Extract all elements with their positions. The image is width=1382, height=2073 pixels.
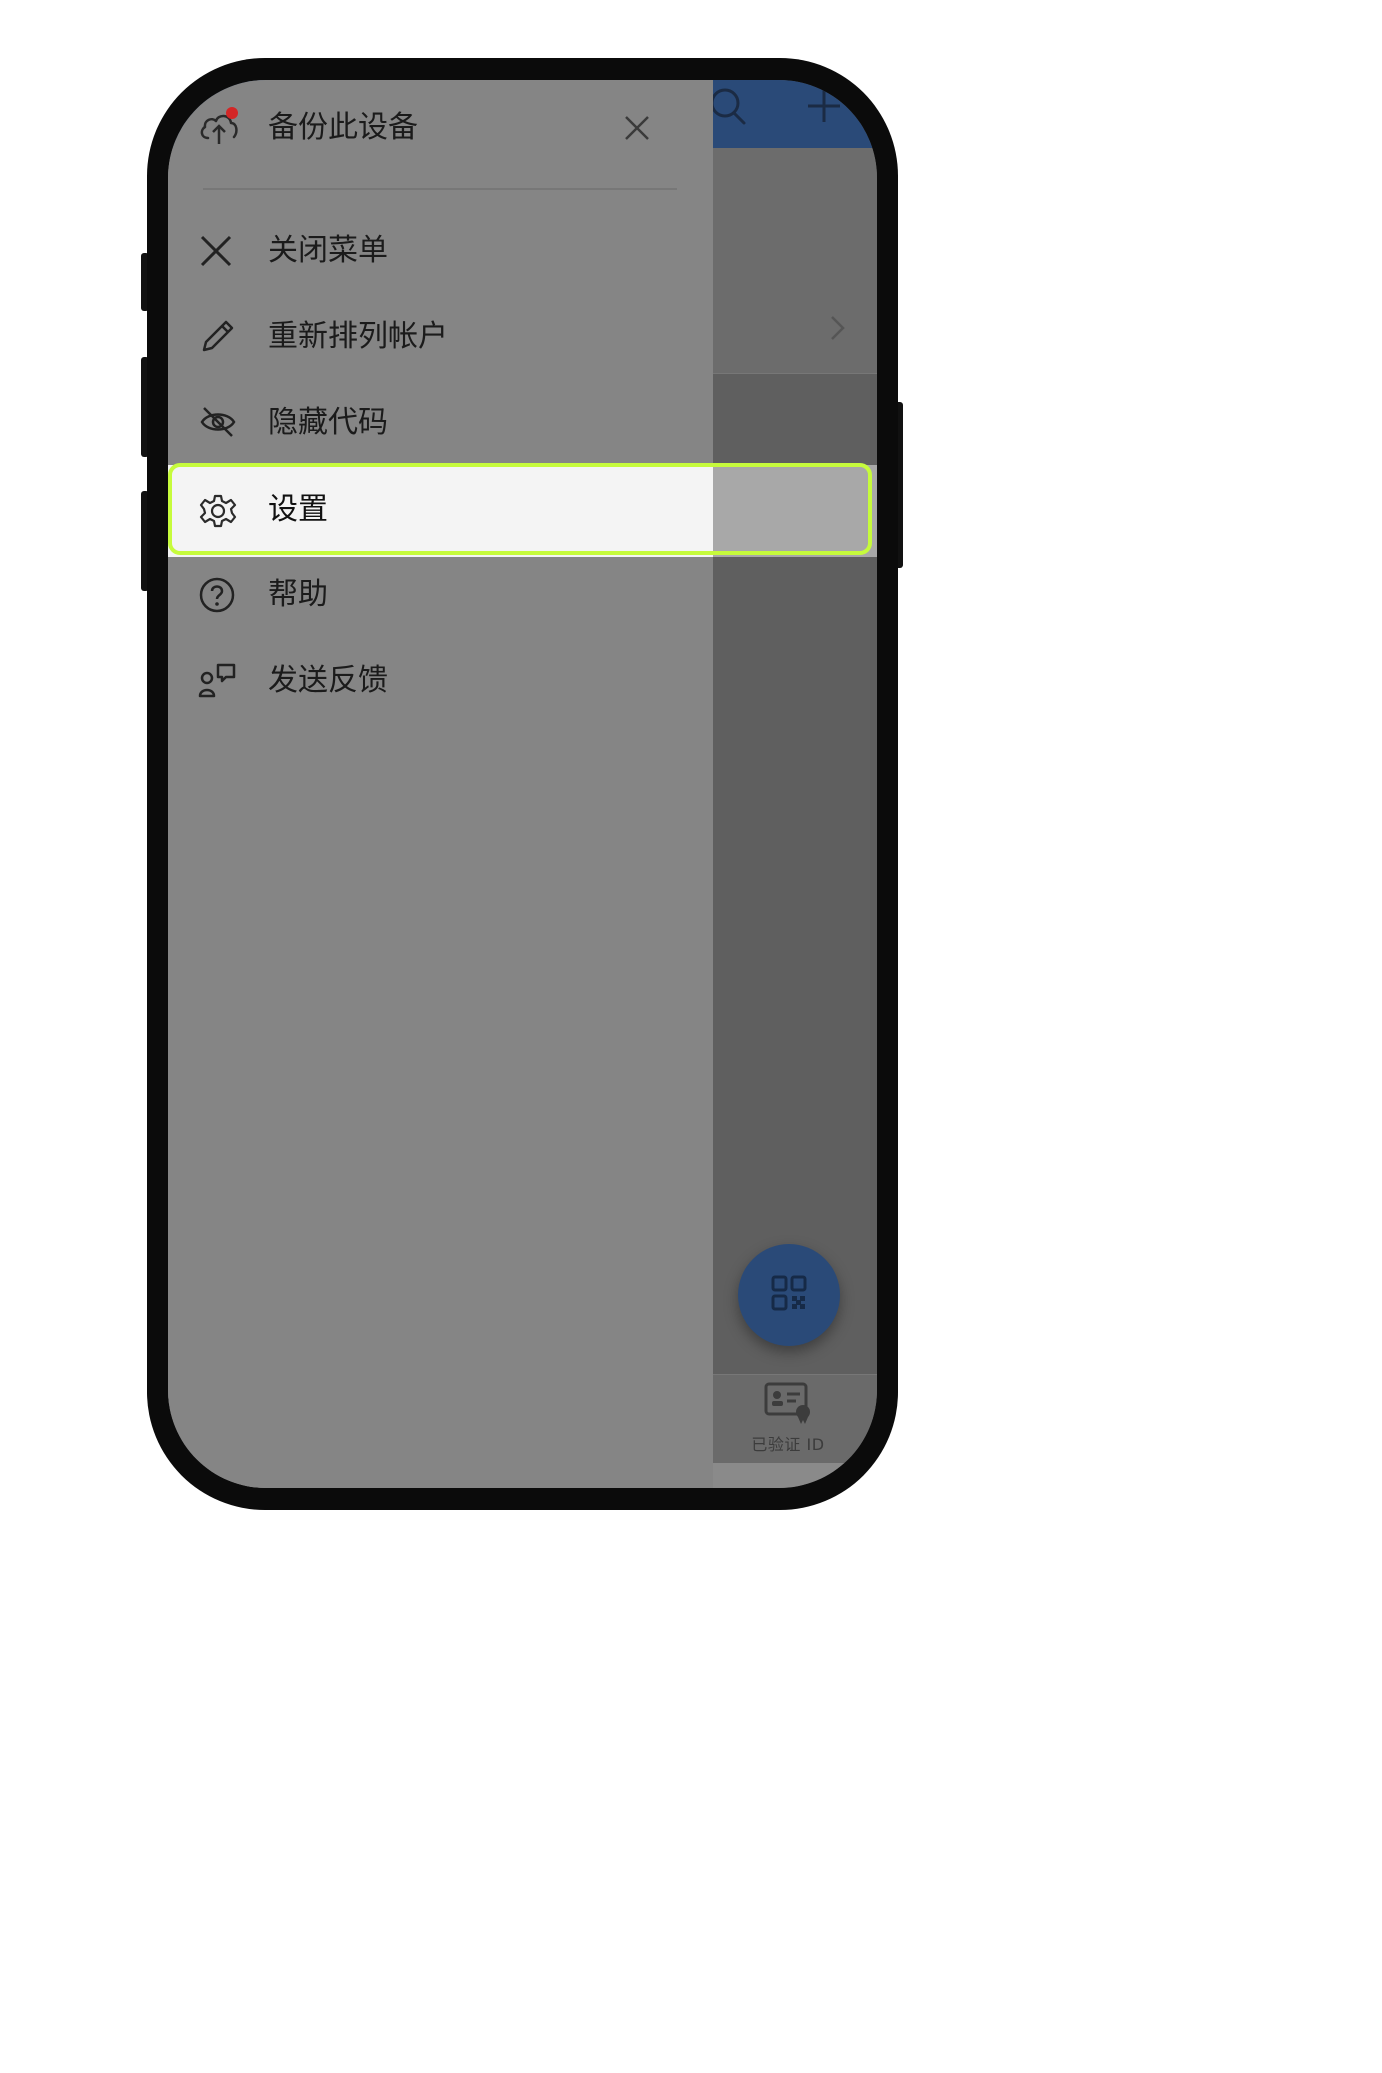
menu-item-label: 设置	[268, 492, 328, 527]
menu-item-label: 隐藏代码	[268, 405, 388, 440]
drawer-title: 备份此设备	[268, 110, 418, 145]
menu-item-label: 关闭菜单	[268, 233, 388, 268]
menu-item-settings[interactable]: 设置	[168, 465, 877, 557]
phone-frame: 已验证 ID 备份此设备 关闭菜单 重新排列帐户 隐藏代码 帮助 发送反馈 设置	[147, 58, 898, 1510]
search-icon[interactable]	[708, 86, 750, 132]
eye-off-icon	[198, 404, 238, 444]
menu-item-hide-codes[interactable]: 隐藏代码	[168, 380, 713, 466]
phone-screen: 已验证 ID 备份此设备 关闭菜单 重新排列帐户 隐藏代码 帮助 发送反馈 设置	[168, 80, 877, 1488]
menu-item-label: 重新排列帐户	[268, 319, 448, 354]
settings-row-overlay	[713, 465, 877, 557]
close-icon[interactable]	[623, 114, 651, 146]
menu-item-label: 帮助	[268, 577, 328, 612]
stage: 已验证 ID 备份此设备 关闭菜单 重新排列帐户 隐藏代码 帮助 发送反馈 设置	[0, 0, 1050, 1575]
menu-item-close-menu[interactable]: 关闭菜单	[168, 208, 713, 294]
tab-verified-id[interactable]: 已验证 ID	[728, 1381, 848, 1461]
menu-item-help[interactable]: 帮助	[168, 552, 713, 638]
pencil-icon	[198, 316, 238, 360]
plus-icon[interactable]	[806, 88, 842, 128]
help-circle-icon	[198, 576, 236, 618]
menu-item-label: 发送反馈	[268, 663, 388, 698]
verified-id-icon	[728, 1381, 848, 1425]
menu-item-reorder-accounts[interactable]: 重新排列帐户	[168, 294, 713, 380]
qr-scan-icon	[771, 1275, 807, 1315]
drawer-divider	[203, 188, 677, 190]
navigation-drawer: 备份此设备 关闭菜单 重新排列帐户 隐藏代码 帮助 发送反馈	[168, 80, 713, 1488]
chevron-right-icon	[828, 313, 848, 347]
drawer-header[interactable]: 备份此设备	[168, 80, 713, 190]
menu-item-send-feedback[interactable]: 发送反馈	[168, 638, 713, 724]
feedback-icon	[198, 662, 238, 704]
gear-icon	[198, 491, 238, 535]
qr-scan-button[interactable]	[738, 1244, 840, 1346]
notification-dot	[226, 107, 238, 119]
close-icon	[198, 233, 234, 273]
tab-verified-id-label: 已验证 ID	[751, 1435, 825, 1454]
